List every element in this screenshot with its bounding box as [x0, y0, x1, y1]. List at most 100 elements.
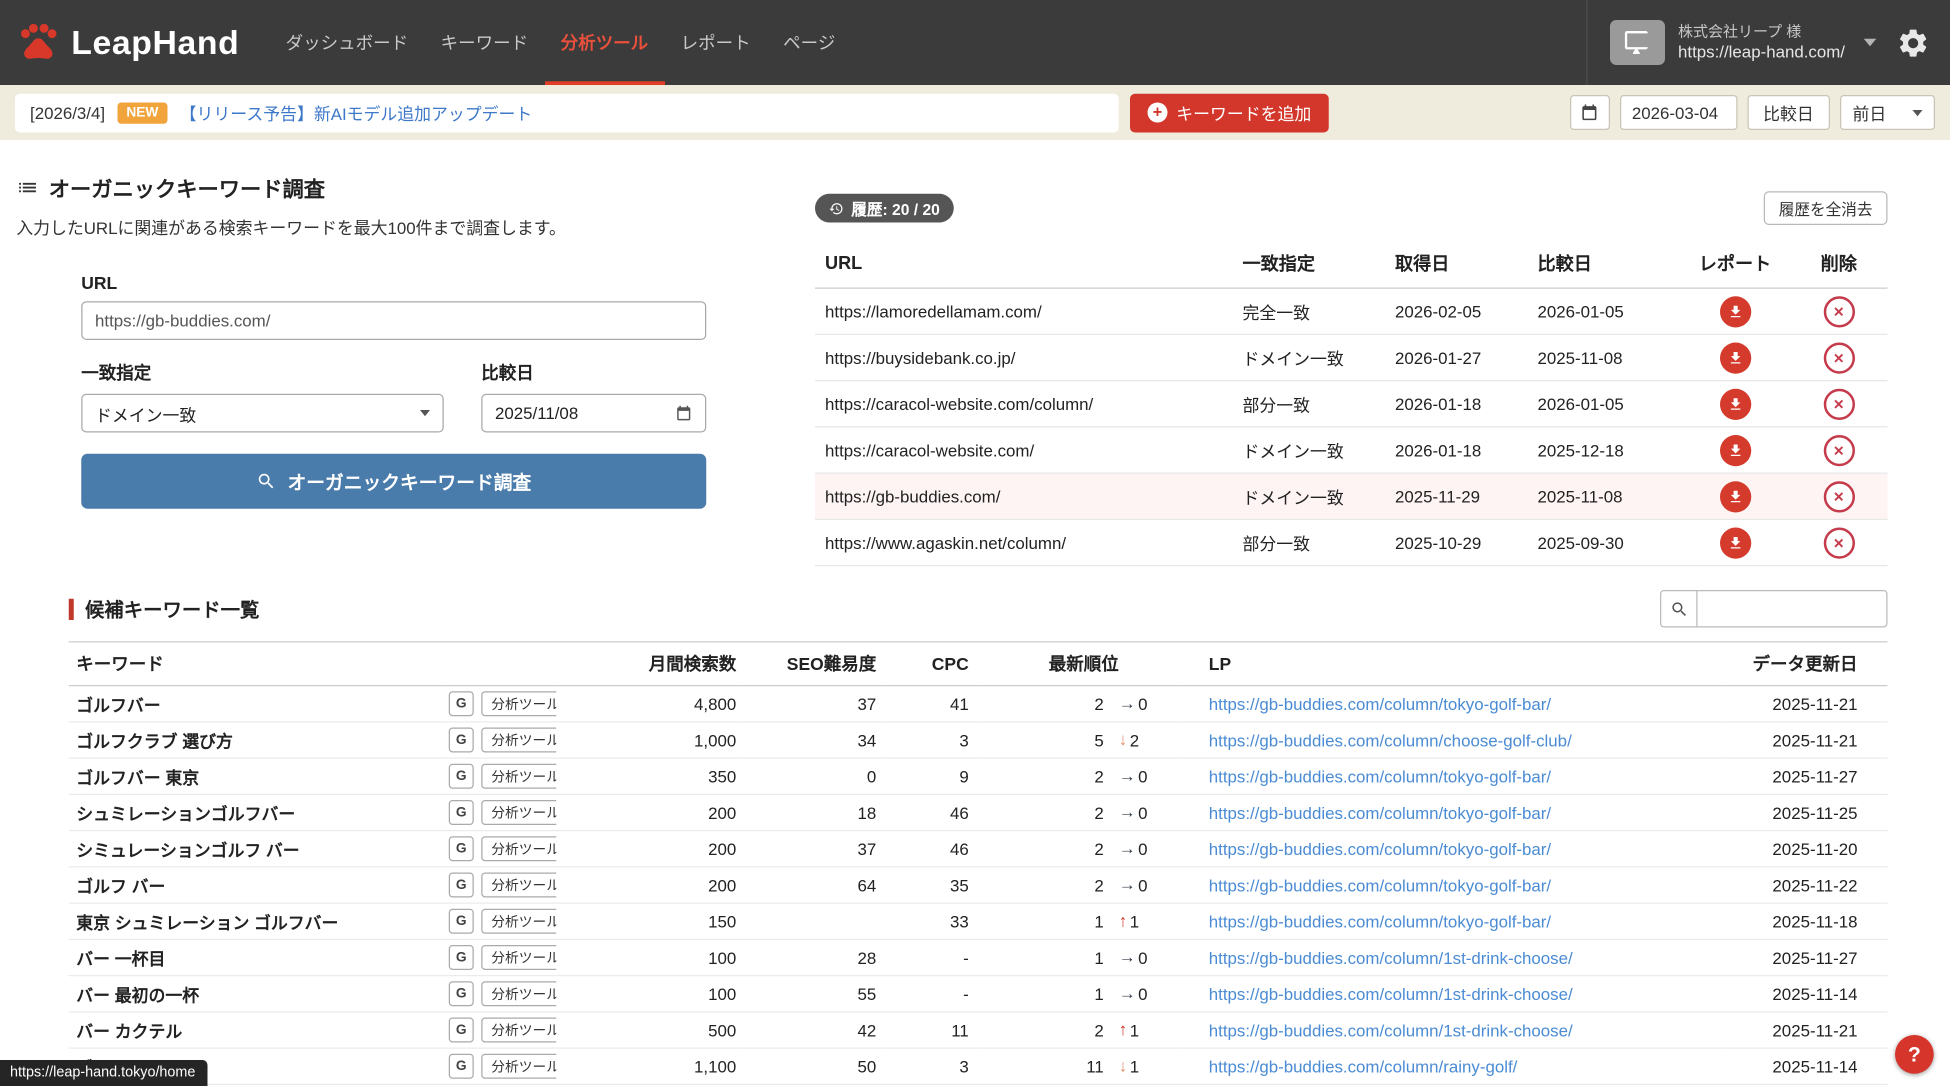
analysis-tool-dropdown[interactable]: 分析ツール — [481, 873, 556, 898]
candidate-keywords-title: 候補キーワード一覧 — [69, 595, 260, 623]
google-search-button[interactable]: G — [449, 981, 474, 1006]
download-report-button[interactable] — [1719, 388, 1750, 419]
google-search-button[interactable]: G — [449, 836, 474, 861]
rank-trend: 0 — [1119, 803, 1169, 822]
history-row[interactable]: https://lamoredellamam.com/ 完全一致 2026-02… — [815, 288, 1888, 334]
history-url: https://www.agaskin.net/column/ — [815, 519, 1233, 565]
analysis-tool-dropdown[interactable]: 分析ツール — [481, 945, 556, 970]
nav-item-dashboard[interactable]: ダッシュボード — [269, 0, 424, 85]
history-row[interactable]: https://caracol-website.com/column/ 部分一致… — [815, 381, 1888, 427]
keyword-row: ゴルフ 雨 G 分析ツール 1,100 50 3 11 1 https://gb… — [69, 1048, 1888, 1084]
brand-link[interactable]: LeapHand — [18, 0, 240, 85]
calendar-button[interactable] — [1569, 95, 1609, 130]
keyword-row: バー 一杯目 G 分析ツール 100 28 - 1 0 https://gb-b… — [69, 939, 1888, 975]
latest-rank: 2 0 — [984, 694, 1169, 713]
nav-item-reports[interactable]: レポート — [664, 0, 767, 85]
lp-link[interactable]: https://gb-buddies.com/column/choose-gol… — [1209, 731, 1572, 750]
delete-history-button[interactable]: × — [1823, 342, 1854, 373]
survey-form: URL 一致指定 ドメイン一致 比較日 2025/11/08 — [81, 273, 706, 509]
history-icon — [829, 201, 844, 216]
google-search-button[interactable]: G — [449, 728, 474, 753]
analysis-tool-dropdown[interactable]: 分析ツール — [481, 836, 556, 861]
trend-arrow-icon — [1119, 985, 1136, 1002]
analysis-tool-dropdown[interactable]: 分析ツール — [481, 728, 556, 753]
download-report-button[interactable] — [1719, 481, 1750, 512]
help-button[interactable]: ? — [1895, 1035, 1934, 1074]
history-table: URL 一致指定 取得日 比較日 レポート 削除 https://lamored… — [815, 239, 1888, 567]
add-keyword-button[interactable]: + キーワードを追加 — [1130, 93, 1329, 132]
nav-item-analysis-tools[interactable]: 分析ツール — [544, 0, 664, 85]
history-row[interactable]: https://www.agaskin.net/column/ 部分一致 202… — [815, 519, 1888, 565]
google-search-button[interactable]: G — [449, 945, 474, 970]
lp-link[interactable]: https://gb-buddies.com/column/rainy-golf… — [1209, 1057, 1518, 1076]
seo-difficulty: 34 — [744, 722, 884, 758]
lp-link[interactable]: https://gb-buddies.com/column/tokyo-golf… — [1209, 803, 1551, 822]
download-report-button[interactable] — [1719, 296, 1750, 327]
match-type-label: 一致指定 — [81, 360, 444, 385]
url-input[interactable] — [81, 301, 706, 340]
analysis-tool-dropdown[interactable]: 分析ツール — [481, 981, 556, 1006]
title-accent-bar — [69, 598, 74, 619]
history-row[interactable]: https://caracol-website.com/ ドメイン一致 2026… — [815, 427, 1888, 473]
keyword-row: ゴルフクラブ 選び方 G 分析ツール 1,000 34 3 5 2 https:… — [69, 722, 1888, 758]
delete-history-button[interactable]: × — [1823, 481, 1854, 512]
trend-arrow-icon — [1119, 1058, 1127, 1075]
latest-rank: 2 0 — [984, 803, 1169, 822]
history-match: ドメイン一致 — [1233, 427, 1386, 473]
latest-rank: 1 0 — [984, 948, 1169, 967]
keyword-search-input[interactable] — [1698, 590, 1888, 628]
compare-date-input[interactable]: 2025/11/08 — [481, 394, 706, 433]
download-report-button[interactable] — [1719, 527, 1750, 558]
lp-link[interactable]: https://gb-buddies.com/column/tokyo-golf… — [1209, 694, 1551, 713]
analysis-tool-dropdown[interactable]: 分析ツール — [481, 909, 556, 934]
lp-link[interactable]: https://gb-buddies.com/column/1st-drink-… — [1209, 948, 1573, 967]
google-search-button[interactable]: G — [449, 909, 474, 934]
lp-link[interactable]: https://gb-buddies.com/column/tokyo-golf… — [1209, 876, 1551, 895]
delete-history-button[interactable]: × — [1823, 434, 1854, 465]
organic-keyword-survey-panel: オーガニックキーワード調査 入力したURLに関連がある検索キーワードを最大100… — [16, 171, 807, 566]
google-search-button[interactable]: G — [449, 764, 474, 789]
match-type-select[interactable]: ドメイン一致 — [81, 394, 444, 433]
history-row[interactable]: https://gb-buddies.com/ ドメイン一致 2025-11-2… — [815, 473, 1888, 519]
delete-history-button[interactable]: × — [1823, 296, 1854, 327]
data-updated-date: 2025-11-14 — [1721, 976, 1887, 1012]
google-search-button[interactable]: G — [449, 873, 474, 898]
analysis-tool-dropdown[interactable]: 分析ツール — [481, 1054, 556, 1079]
period-select[interactable]: 前日 — [1840, 95, 1935, 130]
delete-history-button[interactable]: × — [1823, 527, 1854, 558]
google-search-button[interactable]: G — [449, 1054, 474, 1079]
google-search-button[interactable]: G — [449, 691, 474, 716]
lp-link[interactable]: https://gb-buddies.com/column/tokyo-golf… — [1209, 767, 1551, 786]
analysis-tool-dropdown[interactable]: 分析ツール — [481, 764, 556, 789]
keyword-search-button[interactable] — [1660, 590, 1698, 628]
download-report-button[interactable] — [1719, 434, 1750, 465]
latest-rank: 2 0 — [984, 876, 1169, 895]
clear-all-history-button[interactable]: 履歴を全消去 — [1764, 191, 1888, 225]
survey-title-row: オーガニックキーワード調査 — [16, 171, 807, 202]
lp-link[interactable]: https://gb-buddies.com/column/tokyo-golf… — [1209, 912, 1551, 931]
analysis-tool-dropdown[interactable]: 分析ツール — [481, 800, 556, 825]
google-search-button[interactable]: G — [449, 1018, 474, 1043]
download-report-button[interactable] — [1719, 342, 1750, 373]
delete-history-button[interactable]: × — [1823, 388, 1854, 419]
lp-link[interactable]: https://gb-buddies.com/column/1st-drink-… — [1209, 1021, 1573, 1040]
announcement-link[interactable]: 【リリース予告】新AIモデル追加アップデート — [180, 100, 533, 125]
history-row[interactable]: https://buysidebank.co.jp/ ドメイン一致 2026-0… — [815, 334, 1888, 380]
history-url: https://buysidebank.co.jp/ — [815, 334, 1233, 380]
compare-date-button[interactable]: 比較日 — [1747, 95, 1830, 130]
data-updated-date: 2025-11-22 — [1721, 867, 1887, 903]
nav-item-keywords[interactable]: キーワード — [424, 0, 544, 85]
announcement-strip: [2026/3/4] NEW 【リリース予告】新AIモデル追加アップデート — [15, 93, 1119, 132]
lp-link[interactable]: https://gb-buddies.com/column/tokyo-golf… — [1209, 839, 1551, 858]
nav-item-pages[interactable]: ページ — [767, 0, 852, 85]
survey-title: オーガニックキーワード調査 — [49, 171, 325, 202]
analysis-tool-dropdown[interactable]: 分析ツール — [481, 1018, 556, 1043]
lp-link[interactable]: https://gb-buddies.com/column/1st-drink-… — [1209, 984, 1573, 1003]
current-date-input[interactable]: 2026-03-04 — [1619, 95, 1737, 130]
main-nav: ダッシュボード キーワード 分析ツール レポート ページ — [269, 0, 851, 85]
google-search-button[interactable]: G — [449, 800, 474, 825]
settings-gear-icon[interactable] — [1896, 0, 1930, 85]
analysis-tool-dropdown[interactable]: 分析ツール — [481, 691, 556, 716]
run-survey-button[interactable]: オーガニックキーワード調査 — [81, 454, 706, 509]
account-menu[interactable]: 株式会社リープ 様 https://leap-hand.com/ — [1587, 0, 1876, 85]
